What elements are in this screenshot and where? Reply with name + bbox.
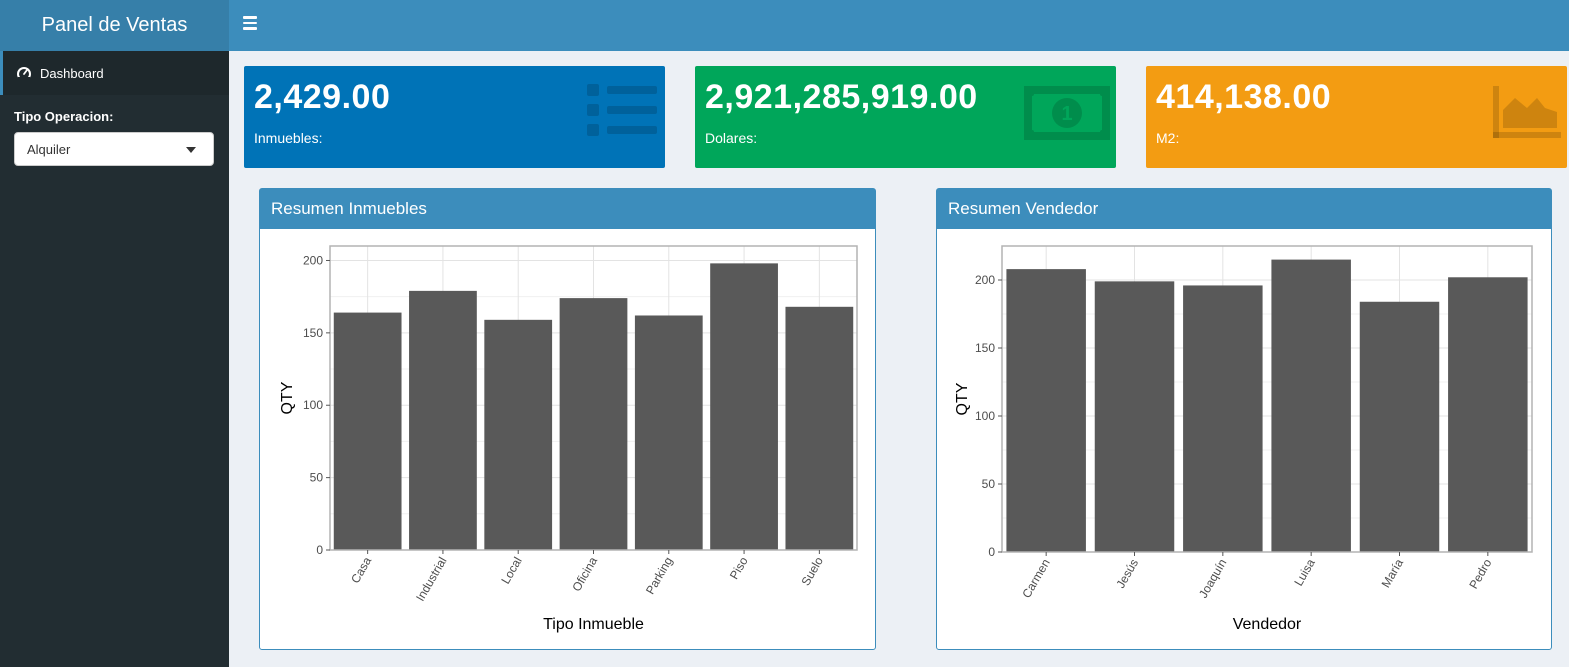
dashboard-icon xyxy=(17,67,31,81)
tipo-operacion-select[interactable]: Alquiler xyxy=(14,132,214,166)
bar xyxy=(1006,269,1086,552)
list-icon xyxy=(587,84,657,136)
bar xyxy=(634,315,703,550)
bar xyxy=(484,319,553,550)
y-tick-label: 150 xyxy=(975,341,995,355)
value-box-number: 2,921,285,919.00 xyxy=(705,78,978,116)
y-tick-label: 100 xyxy=(975,409,995,423)
y-tick-label: 0 xyxy=(316,543,323,557)
x-axis-title: Vendedor xyxy=(1233,616,1302,633)
sidebar: Dashboard Tipo Operacion: Alquiler xyxy=(0,51,229,667)
x-tick-label: Piso xyxy=(727,554,751,581)
sidebar-item-dashboard[interactable]: Dashboard xyxy=(0,51,229,95)
sidebar-toggle-icon[interactable] xyxy=(243,16,257,30)
bar xyxy=(1271,259,1351,552)
x-tick-label: Jesús xyxy=(1113,557,1141,591)
panel-title: Resumen Vendedor xyxy=(937,189,1551,229)
y-tick-label: 200 xyxy=(303,253,323,267)
bar xyxy=(1183,285,1263,552)
y-axis-title: QTY xyxy=(279,381,296,414)
x-tick-label: Luisa xyxy=(1291,556,1318,588)
x-tick-label: Pedro xyxy=(1466,556,1494,591)
x-tick-label: Industrial xyxy=(413,555,449,604)
x-tick-label: Parking xyxy=(643,555,675,597)
bar xyxy=(333,312,402,550)
panel-resumen-vendedor: Resumen Vendedor 0 50 100 150 200 Carmen Jesús… xyxy=(936,188,1552,650)
x-tick-label: Joaquín xyxy=(1196,557,1229,601)
value-box-dolares: 2,921,285,919.00 Dolares: 1 xyxy=(695,66,1116,168)
area-chart-icon xyxy=(1493,86,1561,138)
panel-resumen-inmuebles: Resumen Inmuebles 0 50 100 150 200 Casa Indust… xyxy=(259,188,876,650)
value-box-label: Dolares: xyxy=(705,130,758,146)
y-tick-label: 50 xyxy=(310,471,324,485)
select-value: Alquiler xyxy=(27,141,71,157)
x-tick-label: Local xyxy=(498,555,524,587)
app-title[interactable]: Panel de Ventas xyxy=(0,0,229,51)
svg-text:1: 1 xyxy=(1061,103,1072,125)
chevron-down-icon xyxy=(186,147,196,153)
chart-tipo-inmueble: 0 50 100 150 200 Casa Industrial Local Oficina Pa… xyxy=(279,245,858,633)
bar xyxy=(785,306,854,550)
y-tick-label: 0 xyxy=(988,545,995,559)
x-tick-label: María xyxy=(1379,556,1407,590)
value-box-label: Inmuebles: xyxy=(254,130,323,146)
bar xyxy=(409,290,477,550)
bar xyxy=(710,263,778,550)
y-axis-title: QTY xyxy=(954,382,971,415)
x-tick-label: Oficina xyxy=(569,554,600,594)
money-icon: 1 xyxy=(1024,86,1110,140)
y-tick-label: 100 xyxy=(303,398,323,412)
bar xyxy=(1448,277,1528,552)
bar xyxy=(559,298,628,550)
tipo-operacion-label: Tipo Operacion: xyxy=(14,109,114,124)
value-box-m2: 414,138.00 M2: xyxy=(1146,66,1567,168)
value-box-inmuebles: 2,429.00 Inmuebles: xyxy=(244,66,665,168)
x-axis-title: Tipo Inmueble xyxy=(543,616,644,633)
y-tick-label: 150 xyxy=(303,326,323,340)
y-tick-label: 50 xyxy=(982,477,996,491)
sidebar-item-label: Dashboard xyxy=(40,65,104,81)
bar xyxy=(1359,301,1440,552)
value-box-label: M2: xyxy=(1156,130,1180,146)
x-tick-label: Carmen xyxy=(1019,557,1052,601)
x-tick-label: Casa xyxy=(348,554,374,586)
chart-vendedor: 0 50 100 150 200 Carmen Jesús Joaquín Luisa María… xyxy=(954,245,1533,633)
value-box-number: 414,138.00 xyxy=(1156,78,1332,116)
panel-title: Resumen Inmuebles xyxy=(260,189,875,229)
x-tick-label: Suelo xyxy=(798,554,826,588)
value-box-number: 2,429.00 xyxy=(254,78,391,116)
bar xyxy=(1094,281,1175,552)
top-navbar xyxy=(229,0,1569,51)
y-tick-label: 200 xyxy=(975,273,995,287)
